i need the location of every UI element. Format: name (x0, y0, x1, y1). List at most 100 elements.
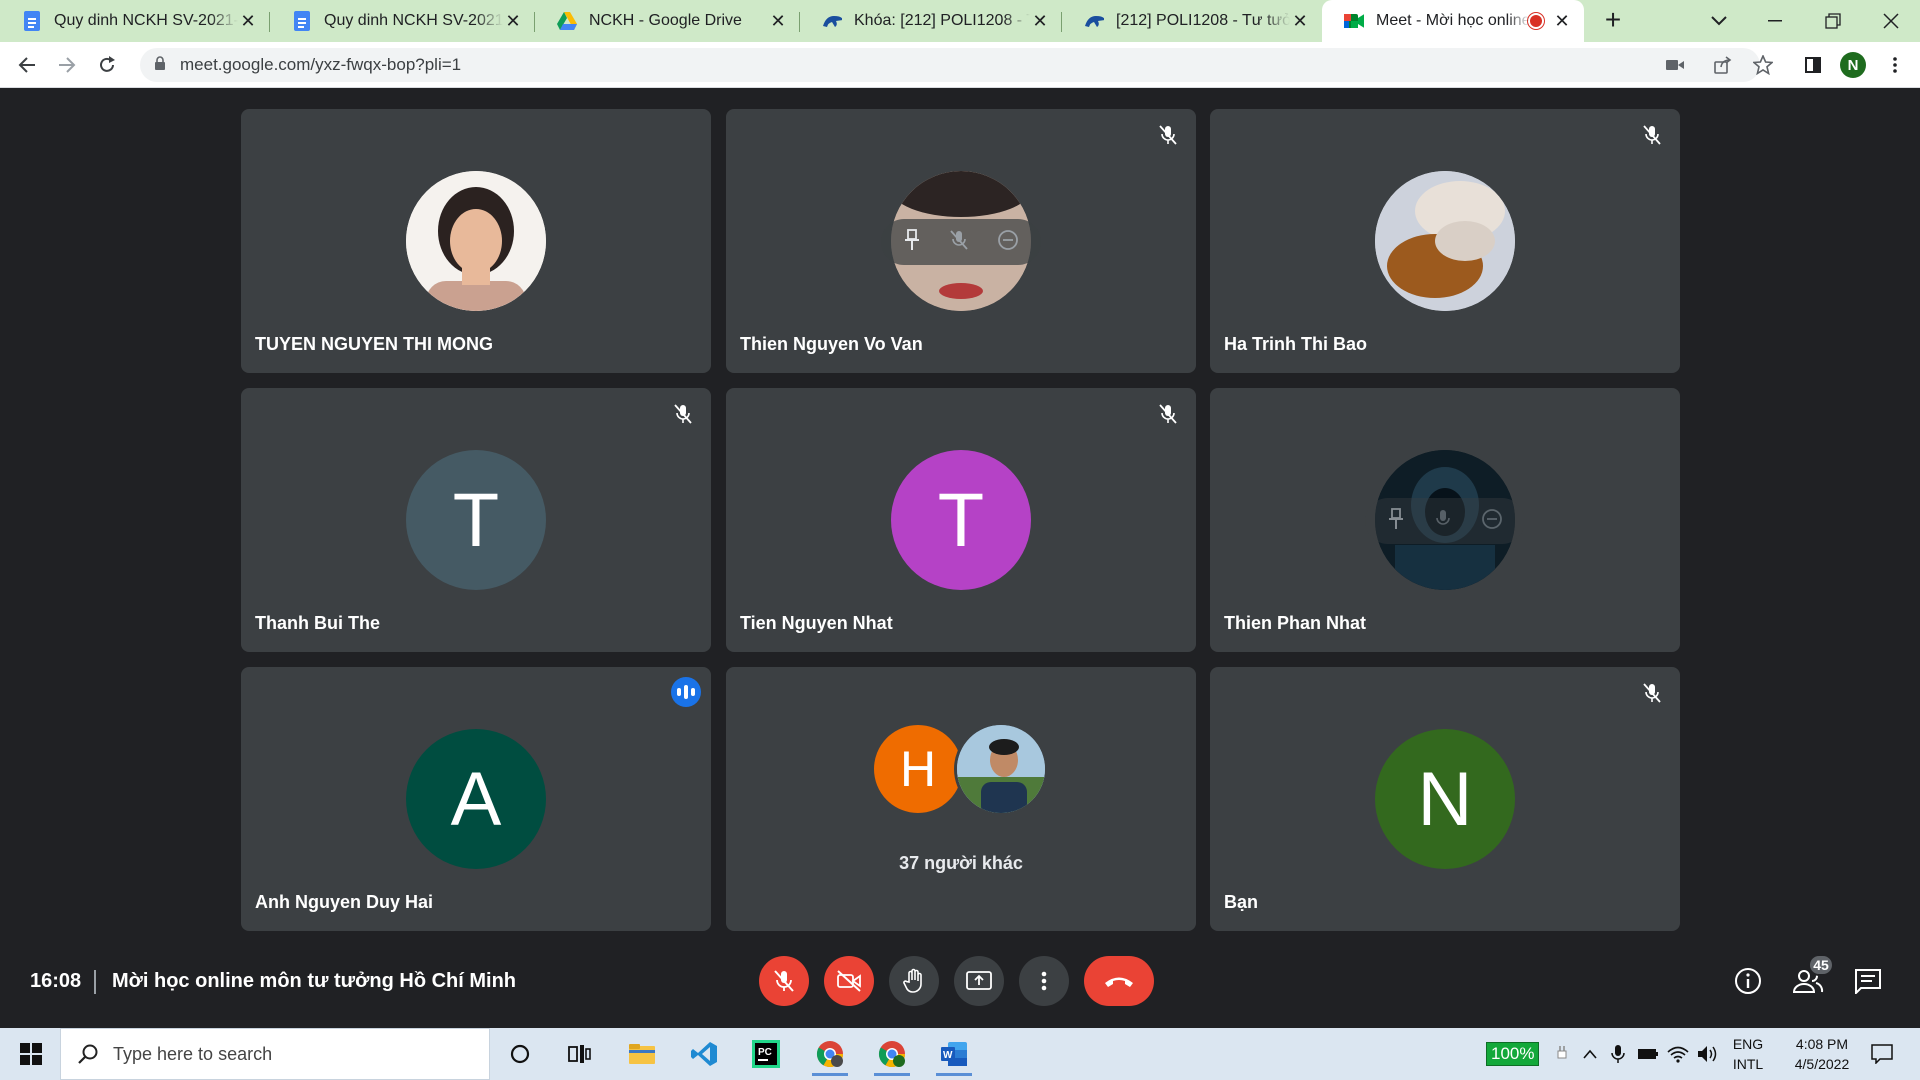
participant-name: TUYEN NGUYEN THI MONG (255, 334, 494, 354)
participant-name: Ha Trinh Thi Bao (1224, 334, 1368, 354)
google-drive-icon (557, 11, 577, 31)
others-tile[interactable]: H 37 người khác (726, 667, 1196, 931)
raise-hand-button[interactable] (889, 956, 939, 1006)
minimize-button[interactable] (1748, 0, 1802, 42)
cortana-button[interactable] (496, 1032, 544, 1076)
microphone-tray-icon[interactable] (1606, 1028, 1630, 1080)
reload-button[interactable] (92, 50, 122, 80)
close-window-button[interactable] (1864, 0, 1918, 42)
battery-percent[interactable]: 100% (1486, 1042, 1540, 1066)
pin-icon[interactable] (1387, 507, 1405, 535)
meeting-details-button[interactable] (1727, 960, 1769, 1002)
battery-icon[interactable] (1634, 1028, 1662, 1080)
camera-toggle-button[interactable] (824, 956, 874, 1006)
mic-off-icon (1154, 400, 1182, 428)
tab-khoa-poli1208[interactable]: Khóa: [212] POLI1208 - Tư tưởng ✕ (800, 0, 1062, 42)
chrome-profile-app[interactable] (868, 1032, 916, 1076)
tab-title: Meet - Mời học online (1376, 12, 1530, 29)
participant-tile[interactable]: Thien Phan Nhat (1210, 388, 1680, 652)
pin-icon[interactable] (903, 228, 921, 256)
tab-poli1208[interactable]: [212] POLI1208 - Tư tưởng ✕ (1062, 0, 1322, 42)
system-clock[interactable]: 4:08 PM 4/5/2022 (1772, 1034, 1872, 1074)
language-code: ENG (1732, 1036, 1764, 1052)
mute-participant-icon[interactable] (1433, 508, 1453, 535)
word-app[interactable]: W (930, 1032, 978, 1076)
notification-icon (1871, 1044, 1893, 1064)
participant-tile[interactable]: Ha Trinh Thi Bao (1210, 109, 1680, 373)
others-count-caption: 37 người khác (899, 853, 1023, 873)
forward-button[interactable] (52, 50, 82, 80)
participant-name: Thanh Bui The (255, 613, 380, 633)
url-text: meet.google.com/yxz-fwqx-bop?pli=1 (180, 55, 462, 74)
volume-icon[interactable] (1694, 1028, 1722, 1080)
present-screen-button[interactable] (954, 956, 1004, 1006)
side-panel-icon[interactable] (1798, 50, 1828, 80)
share-icon[interactable] (1708, 50, 1738, 80)
file-explorer-app[interactable] (618, 1032, 666, 1076)
bookmark-star-icon[interactable] (1748, 50, 1778, 80)
tab-google-drive[interactable]: NCKH - Google Drive ✕ (535, 0, 800, 42)
participant-initial-avatar: N (1375, 729, 1515, 869)
taskbar-search-box[interactable]: Type here to search (60, 1028, 490, 1080)
browser-menu-icon[interactable] (1880, 50, 1910, 80)
pycharm-icon: PC (752, 1040, 780, 1068)
speaking-indicator-icon (671, 677, 701, 707)
participant-tile-self[interactable]: N Bạn (1210, 667, 1680, 931)
pycharm-app[interactable]: PC (742, 1032, 790, 1076)
participant-tile[interactable]: Thien Nguyen Vo Van (726, 109, 1196, 373)
close-icon[interactable]: ✕ (503, 11, 523, 31)
chat-button[interactable] (1847, 960, 1889, 1002)
profile-avatar[interactable]: N (1840, 52, 1866, 78)
mic-off-icon (1154, 121, 1182, 149)
address-bar[interactable]: meet.google.com/yxz-fwqx-bop?pli=1 (140, 48, 1760, 82)
remove-participant-icon[interactable] (1481, 508, 1503, 535)
chat-icon (1855, 969, 1881, 994)
google-docs-icon (292, 11, 312, 31)
participant-tile[interactable]: A Anh Nguyen Duy Hai (241, 667, 711, 931)
leave-call-button[interactable] (1084, 956, 1154, 1006)
browser-toolbar: meet.google.com/yxz-fwqx-bop?pli=1 (0, 42, 1920, 88)
close-icon[interactable]: ✕ (1552, 11, 1572, 31)
tab-meet[interactable]: Meet - Mời học online ✕ (1322, 0, 1584, 42)
chrome-app[interactable] (806, 1032, 854, 1076)
notifications-button[interactable] (1862, 1028, 1902, 1080)
participant-photo (1375, 171, 1515, 311)
wifi-icon[interactable] (1664, 1028, 1692, 1080)
camera-off-icon (837, 970, 861, 992)
participant-photo (954, 722, 1048, 816)
moodle-icon (822, 11, 842, 31)
svg-text:W: W (943, 1050, 953, 1061)
start-button[interactable] (8, 1034, 54, 1074)
vscode-app[interactable] (680, 1032, 728, 1076)
meeting-clock: 16:08 (30, 970, 82, 992)
keyboard-layout: INTL (1732, 1056, 1764, 1072)
remove-participant-icon[interactable] (997, 229, 1019, 256)
participant-tile[interactable]: T Tien Nguyen Nhat (726, 388, 1196, 652)
microphone-toggle-button[interactable] (759, 956, 809, 1006)
lock-icon[interactable] (154, 55, 166, 75)
back-button[interactable] (12, 50, 42, 80)
input-language[interactable]: ENG INTL (1728, 1034, 1768, 1074)
camera-in-use-icon[interactable] (1660, 50, 1690, 80)
close-icon[interactable]: ✕ (1030, 11, 1050, 31)
word-icon: W (941, 1042, 967, 1066)
mute-participant-icon[interactable] (949, 229, 969, 256)
system-time: 4:08 PM (1795, 1036, 1849, 1052)
show-hidden-icons-button[interactable] (1578, 1028, 1602, 1080)
participant-tile[interactable]: TUYEN NGUYEN THI MONG (241, 109, 711, 373)
new-tab-button[interactable]: + (1598, 6, 1628, 36)
tab-search-button[interactable] (1692, 0, 1746, 42)
tab-quy-dinh-2[interactable]: Quy dinh NCKH SV-2021-BGH ✕ (270, 0, 535, 42)
tab-quy-dinh-1[interactable]: Quy dinh NCKH SV-2021-BGH ✕ (0, 0, 270, 42)
chevron-up-icon (1583, 1049, 1597, 1059)
restore-button[interactable] (1806, 0, 1860, 42)
close-icon[interactable]: ✕ (768, 11, 788, 31)
close-icon[interactable]: ✕ (1290, 11, 1310, 31)
close-icon[interactable]: ✕ (238, 11, 258, 31)
moodle-icon (1084, 11, 1104, 31)
task-view-button[interactable] (556, 1032, 604, 1076)
participant-tile[interactable]: T Thanh Bui The (241, 388, 711, 652)
more-options-button[interactable] (1019, 956, 1069, 1006)
svg-text:PC: PC (758, 1047, 772, 1058)
chrome-icon (878, 1041, 906, 1068)
